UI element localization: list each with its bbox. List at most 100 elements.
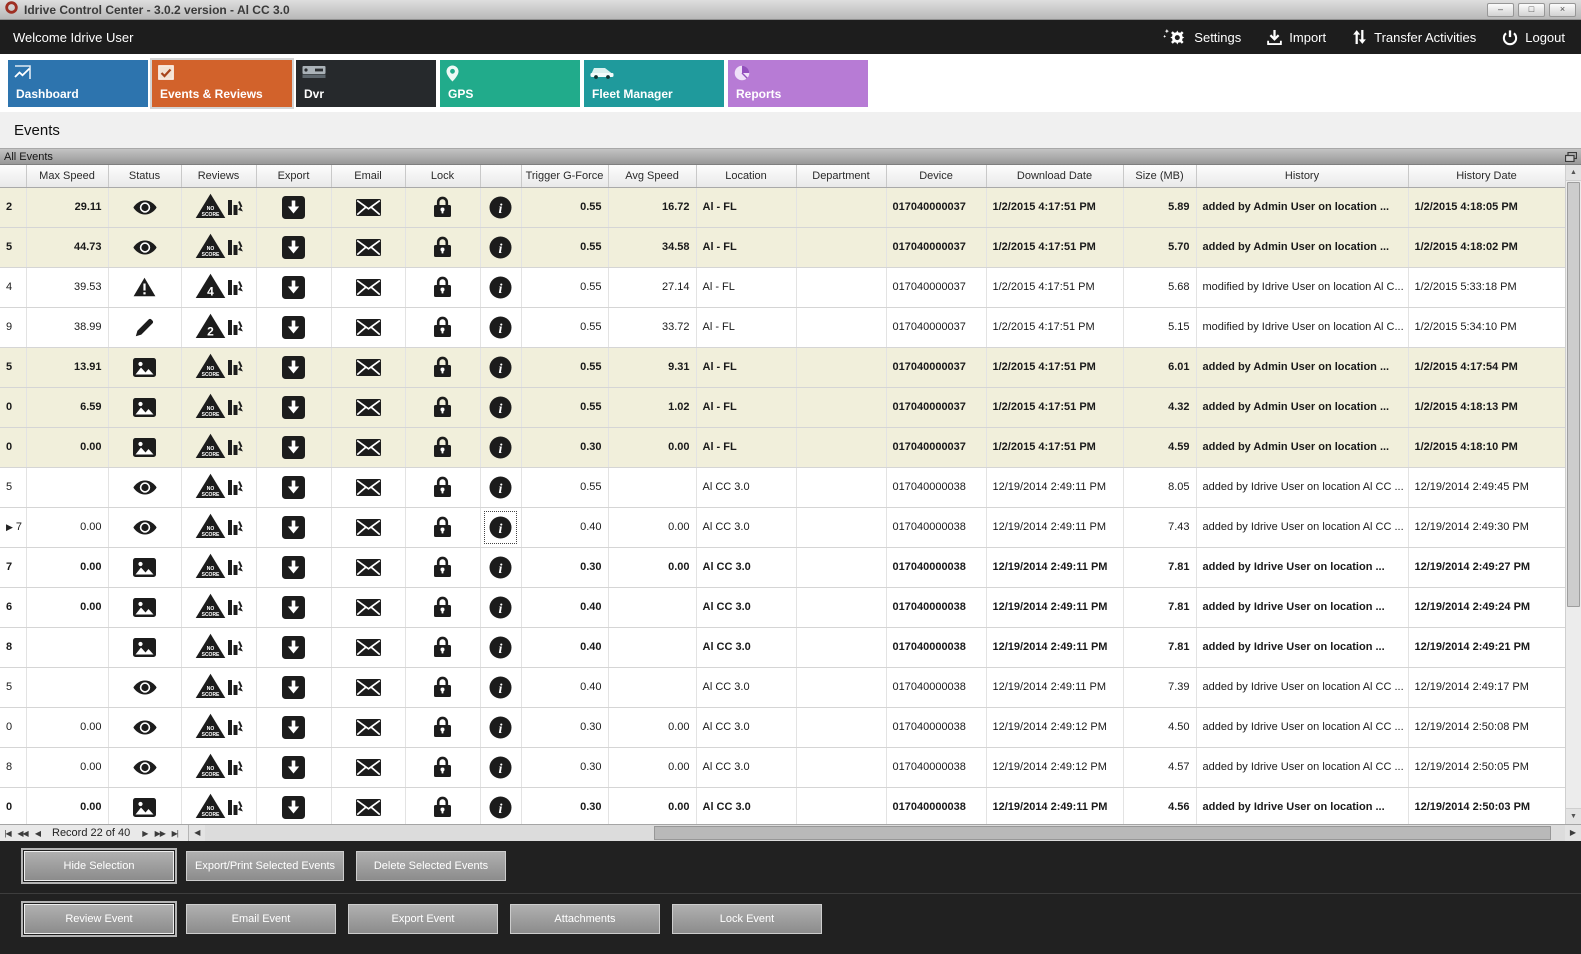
event-row[interactable]: 5NOSCOREi0.55Al CC 3.001704000003812/19/… xyxy=(0,467,1565,507)
cell-max-speed[interactable] xyxy=(26,667,108,707)
cell-department[interactable] xyxy=(796,747,886,787)
lock-icon[interactable] xyxy=(434,196,451,218)
cell-location[interactable]: Al - FL xyxy=(696,267,796,307)
cell-download-date[interactable]: 1/2/2015 4:17:51 PM xyxy=(986,187,1123,227)
picture-icon[interactable] xyxy=(133,358,156,377)
info-icon[interactable]: i xyxy=(489,796,512,819)
picture-icon[interactable] xyxy=(133,438,156,457)
cell-max-speed[interactable]: 6.59 xyxy=(26,387,108,427)
cell-export[interactable] xyxy=(256,227,331,267)
cell-history[interactable]: added by Admin User on location ... xyxy=(1196,427,1408,467)
cell-department[interactable] xyxy=(796,267,886,307)
col-location[interactable]: Location xyxy=(696,165,796,187)
cell-status[interactable] xyxy=(108,587,181,627)
eye-icon[interactable] xyxy=(133,520,157,535)
cell-export[interactable] xyxy=(256,307,331,347)
cell-avg-speed[interactable]: 0.00 xyxy=(608,747,696,787)
tab-gps[interactable]: GPS xyxy=(440,60,580,107)
cell-history[interactable]: added by Idrive User on location Al CC .… xyxy=(1196,667,1408,707)
row-indicator[interactable]: 7 xyxy=(0,547,26,587)
cell-department[interactable] xyxy=(796,627,886,667)
cell-download-date[interactable]: 1/2/2015 4:17:51 PM xyxy=(986,387,1123,427)
horizontal-scroll-track[interactable] xyxy=(205,825,1565,841)
email-envelope-icon[interactable] xyxy=(356,439,381,456)
cell-info[interactable]: i xyxy=(480,587,521,627)
info-icon[interactable]: i xyxy=(489,316,512,339)
cell-department[interactable] xyxy=(796,507,886,547)
cell-history[interactable]: added by Idrive User on location ... xyxy=(1196,627,1408,667)
cell-reviews[interactable]: NOSCORE xyxy=(181,347,256,387)
review-score-triangle-icon[interactable]: NOSCORE xyxy=(195,353,226,379)
prev-page-button[interactable]: ◀◀ xyxy=(15,829,30,838)
cell-trigger-gforce[interactable]: 0.30 xyxy=(521,747,608,787)
cell-max-speed[interactable]: 0.00 xyxy=(26,507,108,547)
cell-lock[interactable] xyxy=(405,227,480,267)
cell-trigger-gforce[interactable]: 0.55 xyxy=(521,307,608,347)
row-indicator[interactable]: 5 xyxy=(0,347,26,387)
cell-info[interactable]: i xyxy=(480,667,521,707)
event-row[interactable]: 60.00NOSCOREi0.40Al CC 3.001704000003812… xyxy=(0,587,1565,627)
cell-history[interactable]: added by Idrive User on location ... xyxy=(1196,547,1408,587)
cell-avg-speed[interactable]: 0.00 xyxy=(608,547,696,587)
cell-size-mb[interactable]: 6.01 xyxy=(1123,347,1196,387)
cell-device[interactable]: 017040000038 xyxy=(886,627,986,667)
cell-download-date[interactable]: 1/2/2015 4:17:51 PM xyxy=(986,267,1123,307)
cell-max-speed[interactable]: 39.53 xyxy=(26,267,108,307)
lock-icon[interactable] xyxy=(434,396,451,418)
review-event-button[interactable]: Review Event xyxy=(24,904,174,934)
eye-icon[interactable] xyxy=(133,720,157,735)
cell-avg-speed[interactable]: 0.00 xyxy=(608,787,696,824)
cell-trigger-gforce[interactable]: 0.55 xyxy=(521,347,608,387)
cell-history[interactable]: added by Idrive User on location Al CC .… xyxy=(1196,467,1408,507)
cell-location[interactable]: Al - FL xyxy=(696,227,796,267)
row-indicator[interactable]: 6 xyxy=(0,587,26,627)
event-row[interactable]: 513.91NOSCOREi0.559.31Al - FL01704000003… xyxy=(0,347,1565,387)
cell-trigger-gforce[interactable]: 0.55 xyxy=(521,227,608,267)
cell-lock[interactable] xyxy=(405,467,480,507)
review-score-triangle-icon[interactable]: NOSCORE xyxy=(195,673,226,699)
export-download-icon[interactable] xyxy=(282,236,305,259)
import-button[interactable]: Import xyxy=(1267,29,1326,45)
info-icon[interactable]: i xyxy=(489,636,512,659)
info-icon[interactable]: i xyxy=(489,276,512,299)
cell-email[interactable] xyxy=(331,267,405,307)
cell-status[interactable] xyxy=(108,267,181,307)
cell-history[interactable]: added by Admin User on location ... xyxy=(1196,227,1408,267)
cell-max-speed[interactable]: 0.00 xyxy=(26,547,108,587)
cell-history-date[interactable]: 1/2/2015 4:18:05 PM xyxy=(1408,187,1565,227)
review-score-triangle-icon[interactable]: NOSCORE xyxy=(195,593,226,619)
info-icon[interactable]: i xyxy=(489,556,512,579)
col-size-mb[interactable]: Size (MB) xyxy=(1123,165,1196,187)
review-chart-icon[interactable] xyxy=(228,317,243,339)
cell-history-date[interactable]: 1/2/2015 4:18:13 PM xyxy=(1408,387,1565,427)
cell-download-date[interactable]: 12/19/2014 2:49:11 PM xyxy=(986,667,1123,707)
cell-reviews[interactable]: NOSCORE xyxy=(181,507,256,547)
cell-max-speed[interactable] xyxy=(26,627,108,667)
row-indicator[interactable]: 8 xyxy=(0,747,26,787)
review-score-triangle-icon[interactable]: NOSCORE xyxy=(195,473,226,499)
next-record-button[interactable]: ▶ xyxy=(137,829,152,838)
cell-email[interactable] xyxy=(331,707,405,747)
cell-trigger-gforce[interactable]: 0.55 xyxy=(521,267,608,307)
cell-size-mb[interactable]: 4.50 xyxy=(1123,707,1196,747)
lock-icon[interactable] xyxy=(434,276,451,298)
cell-size-mb[interactable]: 8.05 xyxy=(1123,467,1196,507)
cell-export[interactable] xyxy=(256,547,331,587)
cell-avg-speed[interactable]: 1.02 xyxy=(608,387,696,427)
eye-icon[interactable] xyxy=(133,760,157,775)
cell-export[interactable] xyxy=(256,387,331,427)
tab-fleet-manager[interactable]: Fleet Manager xyxy=(584,60,724,107)
cell-trigger-gforce[interactable]: 0.55 xyxy=(521,467,608,507)
export-download-icon[interactable] xyxy=(282,796,305,819)
cell-lock[interactable] xyxy=(405,587,480,627)
cell-location[interactable]: Al CC 3.0 xyxy=(696,667,796,707)
cell-size-mb[interactable]: 7.81 xyxy=(1123,587,1196,627)
cell-status[interactable] xyxy=(108,227,181,267)
event-row[interactable]: 70.00NOSCOREi0.300.00Al CC 3.00170400000… xyxy=(0,547,1565,587)
review-score-triangle-icon[interactable]: NOSCORE xyxy=(195,753,226,779)
cell-export[interactable] xyxy=(256,187,331,227)
cell-size-mb[interactable]: 4.57 xyxy=(1123,747,1196,787)
cell-lock[interactable] xyxy=(405,707,480,747)
review-score-triangle-icon[interactable]: 4 xyxy=(195,273,226,299)
info-icon[interactable]: i xyxy=(489,356,512,379)
